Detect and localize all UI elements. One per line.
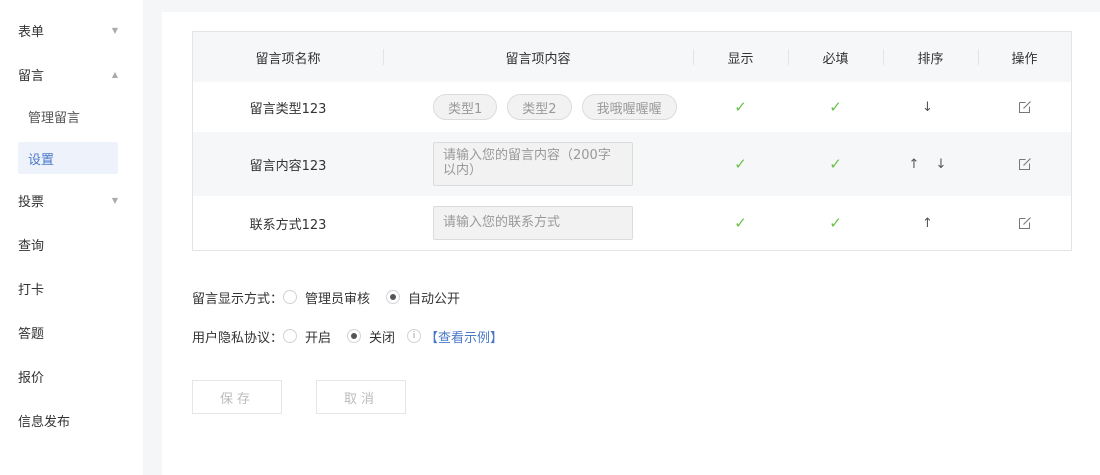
col-header-show: 显示 xyxy=(727,51,754,67)
edit-button[interactable] xyxy=(978,132,1071,196)
field-name: 留言类型123 xyxy=(249,101,327,117)
chevron-down-icon: ▼ xyxy=(111,25,118,35)
show-check-icon[interactable]: ✓ xyxy=(693,82,788,132)
sidebar: 表单 ▼ 留言 ▲ 管理留言 设置 投票 ▼ 查询 打卡 答题 报价 信息发布 xyxy=(0,0,143,475)
type-tag: 类型1 xyxy=(433,94,498,120)
radio-privacy-on-label[interactable]: 开启 xyxy=(305,327,331,346)
show-check-icon[interactable]: ✓ xyxy=(693,196,788,250)
edit-button[interactable] xyxy=(978,82,1071,132)
nav-group-info-publish-label: 信息发布 xyxy=(18,414,71,430)
radio-privacy-on[interactable] xyxy=(283,329,298,343)
sidebar-item-label: 设置 xyxy=(28,152,55,168)
message-content-input-preview: 请输入您的留言内容（200字以内） xyxy=(433,142,633,186)
nav-group-checkin[interactable]: 打卡 xyxy=(18,278,118,298)
privacy-option: 用户隐私协议： 开启 关闭 i 【查看示例】 xyxy=(192,326,503,346)
col-header-name: 留言项名称 xyxy=(255,51,321,67)
field-name: 留言内容123 xyxy=(249,158,327,174)
col-header-action: 操作 xyxy=(1011,51,1038,67)
required-check-icon[interactable]: ✓ xyxy=(788,132,883,196)
col-header-required: 必填 xyxy=(822,51,849,67)
contact-input-preview: 请输入您的联系方式 xyxy=(433,206,633,240)
sort-arrows[interactable]: ↑ ↓ xyxy=(883,132,978,196)
nav-group-query-label: 查询 xyxy=(18,238,45,254)
radio-privacy-off-label[interactable]: 关闭 xyxy=(369,327,395,346)
table-row: 联系方式123 请输入您的联系方式 ✓ ✓ ↑ xyxy=(193,196,1071,250)
sidebar-item-manage-messages[interactable]: 管理留言 xyxy=(18,100,118,132)
display-mode-option: 留言显示方式： 管理员审核 自动公开 xyxy=(192,287,476,307)
nav-group-quote-label: 报价 xyxy=(18,370,45,386)
nav-group-message-label: 留言 xyxy=(18,68,45,84)
sort-arrows[interactable]: ↓ xyxy=(883,82,978,132)
nav-group-form[interactable]: 表单 ▼ xyxy=(18,20,118,40)
nav-group-query[interactable]: 查询 xyxy=(18,234,118,254)
sidebar-item-label: 管理留言 xyxy=(28,110,81,126)
nav-group-checkin-label: 打卡 xyxy=(18,282,45,298)
radio-auto-public[interactable] xyxy=(386,290,401,304)
message-fields-table: 留言项名称 留言项内容 显示 必填 排序 操作 留言类型123 类型1 类型2 … xyxy=(192,31,1072,251)
type-tag: 我哦喔喔喔 xyxy=(581,94,677,120)
nav-group-info-publish[interactable]: 信息发布 xyxy=(18,410,118,430)
sort-arrows[interactable]: ↑ xyxy=(883,196,978,250)
radio-admin-review[interactable] xyxy=(283,290,298,304)
nav-group-vote[interactable]: 投票 ▼ xyxy=(18,190,118,210)
radio-admin-review-label[interactable]: 管理员审核 xyxy=(305,288,370,307)
field-tags: 类型1 类型2 我哦喔喔喔 xyxy=(433,82,687,132)
sidebar-item-settings[interactable]: 设置 xyxy=(18,142,118,174)
save-button[interactable]: 保存 xyxy=(192,380,282,414)
show-check-icon[interactable]: ✓ xyxy=(693,132,788,196)
chevron-up-icon: ▲ xyxy=(111,69,118,79)
edit-icon xyxy=(1018,217,1031,229)
view-example-link[interactable]: 【查看示例】 xyxy=(425,327,503,346)
info-icon[interactable]: i xyxy=(407,329,422,343)
radio-auto-public-label[interactable]: 自动公开 xyxy=(408,288,460,307)
nav-group-quote[interactable]: 报价 xyxy=(18,366,118,386)
edit-button[interactable] xyxy=(978,196,1071,250)
nav-group-form-label: 表单 xyxy=(18,24,45,40)
table-header: 留言项名称 留言项内容 显示 必填 排序 操作 xyxy=(193,32,1071,82)
privacy-label: 用户隐私协议： xyxy=(192,330,284,346)
type-tag: 类型2 xyxy=(507,94,572,120)
col-header-content: 留言项内容 xyxy=(505,51,571,67)
table-row: 留言内容123 请输入您的留言内容（200字以内） ✓ ✓ ↑ ↓ xyxy=(193,132,1071,196)
main-panel: 留言项名称 留言项内容 显示 必填 排序 操作 留言类型123 类型1 类型2 … xyxy=(162,12,1100,475)
chevron-down-icon: ▼ xyxy=(111,195,118,205)
field-name: 联系方式123 xyxy=(249,217,327,233)
edit-icon xyxy=(1018,158,1031,170)
table-row: 留言类型123 类型1 类型2 我哦喔喔喔 ✓ ✓ ↓ xyxy=(193,82,1071,132)
nav-group-vote-label: 投票 xyxy=(18,194,45,210)
nav-group-quiz-label: 答题 xyxy=(18,326,45,342)
edit-icon xyxy=(1018,101,1031,113)
radio-privacy-off[interactable] xyxy=(347,329,362,343)
display-mode-label: 留言显示方式： xyxy=(192,291,284,307)
col-header-sort: 排序 xyxy=(917,51,944,67)
nav-group-quiz[interactable]: 答题 xyxy=(18,322,118,342)
required-check-icon[interactable]: ✓ xyxy=(788,196,883,250)
nav-group-message[interactable]: 留言 ▲ xyxy=(18,64,118,84)
required-check-icon[interactable]: ✓ xyxy=(788,82,883,132)
cancel-button[interactable]: 取消 xyxy=(316,380,406,414)
